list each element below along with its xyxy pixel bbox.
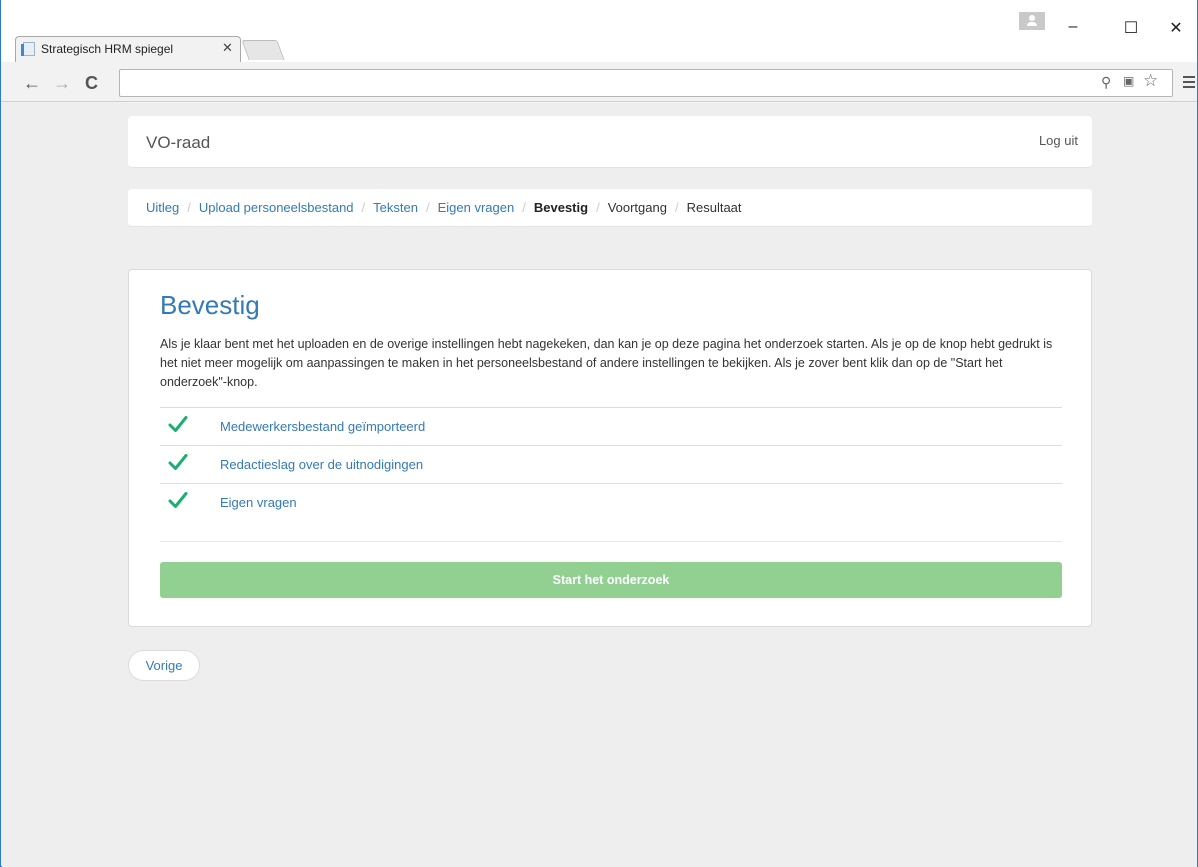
page-title: Bevestig bbox=[160, 290, 260, 320]
breadcrumb-separator: / bbox=[674, 200, 679, 215]
checklist-item: Medewerkersbestand geïmporteerd bbox=[160, 407, 1062, 445]
new-tab-button[interactable] bbox=[241, 40, 285, 60]
breadcrumb-separator: / bbox=[522, 200, 526, 215]
logout-link[interactable]: Log uit bbox=[1039, 133, 1078, 148]
back-arrow-icon[interactable]: ← bbox=[23, 73, 41, 94]
checklist-item-label[interactable]: Medewerkersbestand geïmporteerd bbox=[220, 419, 425, 434]
breadcrumb-item: Voortgang bbox=[607, 200, 667, 215]
address-bar[interactable] bbox=[119, 69, 1173, 97]
breadcrumb-item[interactable]: Uitleg bbox=[146, 200, 179, 215]
forward-arrow-icon[interactable]: → bbox=[53, 73, 71, 94]
breadcrumb-item[interactable]: Upload personeelsbestand bbox=[199, 200, 354, 215]
bookmark-star-icon[interactable]: ☆ bbox=[1143, 71, 1158, 91]
check-icon bbox=[160, 491, 220, 514]
previous-button[interactable]: Vorige bbox=[128, 650, 200, 681]
checklist-item-label[interactable]: Eigen vragen bbox=[220, 495, 297, 510]
intro-text: Als je klaar bent met het uploaden en de… bbox=[160, 337, 1053, 389]
breadcrumb: Uitleg / Upload personeelsbestand / Teksten /… bbox=[128, 189, 1092, 227]
profile-icon[interactable] bbox=[1019, 12, 1045, 30]
browser-tab-content[interactable]: Strategisch HRM spiegel bbox=[21, 36, 174, 62]
checklist-item-label[interactable]: Redactieslag over de uitnodigingen bbox=[220, 457, 423, 472]
tab-close-icon[interactable]: ✕ bbox=[222, 40, 233, 56]
close-window-button[interactable]: ✕ bbox=[1166, 18, 1186, 38]
breadcrumb-item: Resultaat bbox=[686, 200, 742, 215]
brand-name: VO-raad bbox=[146, 133, 211, 152]
checklist: Medewerkersbestand geïmporteerd Redactie… bbox=[160, 407, 1062, 521]
reload-icon[interactable]: C bbox=[85, 73, 98, 94]
chrome-menu-icon[interactable] bbox=[1183, 76, 1195, 88]
check-icon bbox=[160, 415, 220, 438]
app-header: VO-raad Log uit bbox=[128, 116, 1092, 168]
minimize-button[interactable]: – bbox=[1063, 18, 1083, 36]
breadcrumb-separator: / bbox=[187, 200, 191, 215]
breadcrumb-separator: / bbox=[361, 200, 366, 215]
breadcrumb-separator: / bbox=[596, 200, 600, 215]
breadcrumb-item: Bevestig bbox=[533, 200, 589, 215]
zoom-icon[interactable]: ⚲ bbox=[1101, 74, 1111, 91]
breadcrumb-item[interactable]: Eigen vragen bbox=[438, 200, 515, 215]
check-icon bbox=[160, 453, 220, 476]
breadcrumb-separator: / bbox=[425, 200, 430, 215]
checklist-item: Redactieslag over de uitnodigingen bbox=[160, 445, 1062, 483]
confirm-panel: Bevestig Als je klaar bent met het uploa… bbox=[128, 269, 1092, 627]
start-survey-button[interactable]: Start het onderzoek bbox=[160, 562, 1062, 598]
tab-title: Strategisch HRM spiegel bbox=[41, 42, 174, 56]
page-favicon-icon bbox=[21, 42, 35, 56]
checklist-item: Eigen vragen bbox=[160, 483, 1062, 521]
maximize-button[interactable]: ☐ bbox=[1121, 18, 1141, 38]
translate-icon[interactable]: ▣ bbox=[1123, 74, 1134, 88]
divider bbox=[160, 541, 1062, 542]
browser-window: Strategisch HRM spiegel ✕ – ☐ ✕ ← → C ⚲ … bbox=[0, 0, 1198, 867]
breadcrumb-item[interactable]: Teksten bbox=[373, 200, 418, 215]
